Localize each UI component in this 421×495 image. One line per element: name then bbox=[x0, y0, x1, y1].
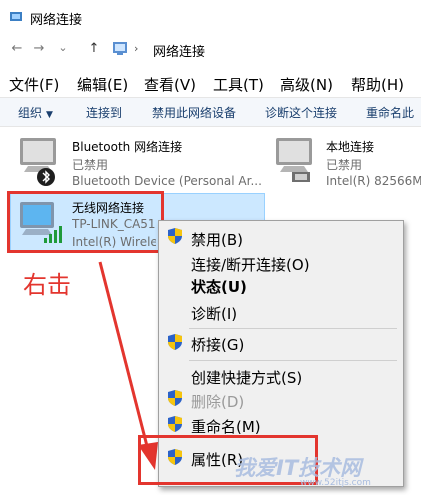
menu-advanced[interactable]: 高级(N) bbox=[280, 74, 333, 95]
local-device-name: Intel(R) 82566MM bbox=[326, 174, 421, 188]
menu-create-shortcut[interactable]: 创建快捷方式(S) bbox=[191, 367, 302, 388]
recent-dropdown-button[interactable]: ⌄ bbox=[55, 41, 71, 54]
uac-shield-icon bbox=[168, 334, 182, 350]
local-connection-name: 本地连接 bbox=[326, 140, 375, 154]
menu-diagnose[interactable]: 诊断(I) bbox=[191, 303, 237, 324]
menu-disable[interactable]: 禁用(B) bbox=[191, 229, 243, 250]
menu-rename[interactable]: 重命名(M) bbox=[191, 416, 261, 437]
bluetooth-connection-name: Bluetooth 网络连接 bbox=[72, 140, 183, 154]
organize-button[interactable]: 组织 ▼ bbox=[18, 104, 53, 121]
local-connection-status: 已禁用 bbox=[326, 158, 363, 172]
menu-separator bbox=[189, 328, 397, 329]
command-toolbar: 组织 ▼ 连接到 禁用此网络设备 诊断这个连接 重命名此 bbox=[0, 97, 421, 127]
menu-file[interactable]: 文件(F) bbox=[9, 74, 59, 95]
menu-status[interactable]: 状态(U) bbox=[191, 276, 247, 297]
organize-label: 组织 bbox=[18, 106, 43, 120]
menu-separator bbox=[189, 360, 397, 361]
menu-connect-disconnect[interactable]: 连接/断开连接(O) bbox=[191, 254, 310, 275]
uac-shield-icon bbox=[168, 416, 182, 432]
window-title: 网络连接 bbox=[30, 13, 83, 28]
network-folder-icon bbox=[10, 12, 22, 21]
title-bar: 网络连接 bbox=[0, 0, 421, 34]
uac-shield-icon bbox=[168, 228, 182, 244]
watermark-url: www.52itjs.com bbox=[300, 478, 371, 488]
menu-view[interactable]: 查看(V) bbox=[144, 74, 196, 95]
breadcrumb-network-connections[interactable]: 网络连接 bbox=[153, 41, 205, 60]
menu-bar: 文件(F) 编辑(E) 查看(V) 工具(T) 高级(N) 帮助(H) bbox=[0, 70, 421, 96]
right-click-annotation: 右击 bbox=[23, 271, 71, 299]
back-button[interactable]: ← bbox=[9, 41, 25, 56]
rename-button[interactable]: 重命名此 bbox=[366, 104, 414, 121]
menu-bridge[interactable]: 桥接(G) bbox=[191, 334, 244, 355]
wireless-highlight-box bbox=[7, 191, 164, 253]
forward-button[interactable]: → bbox=[31, 41, 47, 56]
connect-to-button[interactable]: 连接到 bbox=[86, 104, 122, 121]
address-bar: ← → ⌄ ↑ bbox=[0, 34, 421, 64]
diagnose-button[interactable]: 诊断这个连接 bbox=[265, 104, 337, 121]
bluetooth-network-icon bbox=[20, 138, 56, 186]
menu-delete: 删除(D) bbox=[191, 393, 245, 411]
breadcrumb-separator: › bbox=[134, 42, 139, 55]
disable-device-button[interactable]: 禁用此网络设备 bbox=[152, 104, 236, 121]
ethernet-network-icon bbox=[276, 138, 312, 182]
menu-edit[interactable]: 编辑(E) bbox=[77, 74, 128, 95]
menu-tools[interactable]: 工具(T) bbox=[213, 74, 264, 95]
network-connections-icon bbox=[113, 42, 127, 55]
bluetooth-device-name: Bluetooth Device (Personal Ar... bbox=[72, 174, 262, 188]
bluetooth-connection-status: 已禁用 bbox=[72, 158, 109, 172]
dropdown-arrow-icon: ▼ bbox=[46, 110, 53, 120]
uac-shield-icon bbox=[168, 390, 182, 406]
menu-help[interactable]: 帮助(H) bbox=[351, 74, 404, 95]
up-button[interactable]: ↑ bbox=[86, 41, 102, 56]
